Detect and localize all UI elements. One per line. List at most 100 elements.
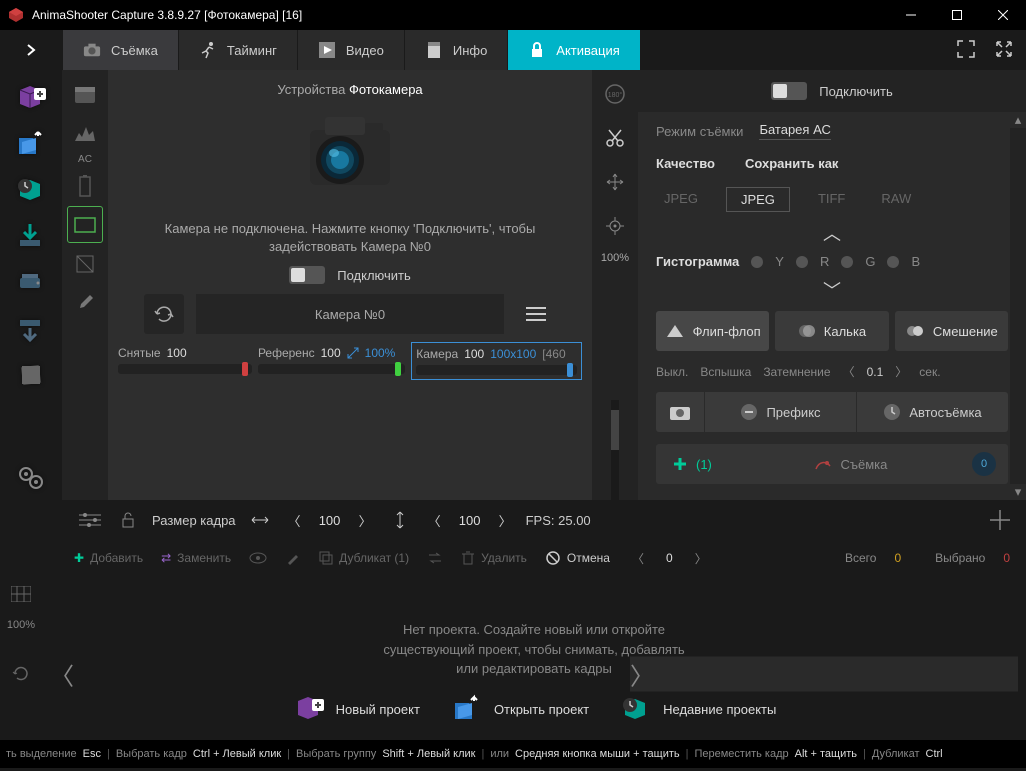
tab-shoot[interactable]: Съёмка (62, 30, 178, 70)
onion-button[interactable]: Калька (775, 311, 888, 351)
lock-icon (528, 41, 546, 59)
new-project-action[interactable]: Новый проект (292, 693, 420, 727)
blend-button[interactable]: Смешение (895, 311, 1008, 351)
reverse-action[interactable] (427, 552, 443, 564)
right-scrollbar[interactable]: ▴ ▾ (1010, 112, 1026, 500)
window-title: AnimaShooter Capture 3.8.9.27 [Фотокамер… (32, 8, 888, 22)
target-button[interactable] (597, 208, 633, 244)
tool-histogram[interactable] (67, 115, 103, 152)
expand-sidebar-button[interactable] (0, 30, 62, 70)
right-connect-toggle[interactable] (771, 82, 807, 100)
prefix-button[interactable]: Префикс (704, 392, 856, 432)
import-button[interactable] (10, 216, 52, 258)
frame-prev[interactable]: 〈 (628, 550, 648, 567)
zoom-scrollbar[interactable] (611, 400, 619, 500)
timeline-refresh[interactable] (12, 665, 30, 686)
timeline-next[interactable]: 〉 (630, 656, 1018, 691)
tool-battery[interactable] (67, 167, 103, 204)
tab-activation[interactable]: Активация (507, 30, 639, 70)
timeline-prev[interactable]: 〈 (50, 656, 74, 691)
drive-button[interactable] (10, 262, 52, 304)
quality-jpeg[interactable]: JPEG (656, 187, 706, 212)
close-button[interactable] (980, 0, 1026, 30)
add-frame-button[interactable]: (1) (656, 456, 728, 472)
fullscreen-icon[interactable] (994, 39, 1014, 62)
refresh-cameras-button[interactable] (144, 294, 184, 334)
add-grid-button[interactable] (986, 506, 1014, 534)
histo-r-toggle[interactable] (796, 256, 808, 268)
rotate-180-button[interactable]: 180° (597, 76, 633, 112)
dim-prev[interactable]: 〈 (843, 363, 855, 380)
width-value[interactable]: 100 (315, 513, 345, 528)
connect-toggle[interactable] (289, 266, 325, 284)
off-button[interactable]: Выкл. (656, 365, 688, 379)
brush-action[interactable] (285, 550, 301, 566)
capture-camera-button[interactable] (656, 392, 704, 432)
flash-button[interactable]: Вспышка (700, 365, 751, 379)
lock-icon[interactable] (114, 506, 142, 534)
tab-video[interactable]: Видео (297, 30, 404, 70)
sliders-icon[interactable] (76, 506, 104, 534)
collapse-up-button[interactable]: ︿ (656, 220, 1008, 246)
battery-value[interactable]: Батарея АС (759, 122, 830, 140)
open-project-action[interactable]: Открыть проект (450, 693, 589, 727)
width-next[interactable]: 〉 (355, 511, 376, 530)
format-jpeg[interactable]: JPEG (726, 187, 790, 212)
tool-card[interactable] (67, 76, 103, 113)
scroll-up-icon[interactable]: ▴ (1010, 112, 1026, 128)
ref-slider[interactable] (258, 364, 405, 374)
move-button[interactable] (597, 164, 633, 200)
export-button[interactable] (10, 308, 52, 350)
add-action[interactable]: ✚Добавить (74, 551, 143, 565)
height-prev[interactable]: 〈 (424, 511, 445, 530)
histo-b-toggle[interactable] (887, 256, 899, 268)
height-next[interactable]: 〉 (495, 511, 516, 530)
shoot-button[interactable]: Съёмка (728, 456, 972, 472)
tool-frame[interactable] (67, 206, 103, 243)
expand-icon[interactable] (347, 347, 359, 359)
camera-icon (83, 41, 101, 59)
cut-button[interactable] (597, 120, 633, 156)
frame-next[interactable]: 〉 (691, 550, 711, 567)
fps-label[interactable]: FPS: 25.00 (526, 513, 591, 528)
duplicate-action[interactable]: Дубликат (1) (319, 551, 409, 565)
camera-menu-button[interactable] (516, 294, 556, 334)
camera-select[interactable]: Камера №0 (196, 294, 504, 334)
tool-crop[interactable] (67, 245, 103, 282)
delete-action[interactable]: Удалить (461, 550, 527, 566)
dim-next[interactable]: 〉 (895, 363, 907, 380)
saveas-label: Сохранить как (745, 156, 838, 171)
fit-screen-icon[interactable] (956, 39, 976, 62)
dimming-button[interactable]: Затемнение (763, 365, 830, 379)
settings-button[interactable] (10, 458, 52, 500)
width-prev[interactable]: 〈 (284, 511, 305, 530)
shoot-count: 0 (972, 452, 996, 476)
shot-slider[interactable] (118, 364, 252, 374)
tab-info[interactable]: Инфо (404, 30, 507, 70)
eye-action[interactable] (249, 552, 267, 564)
histo-y-toggle[interactable] (751, 256, 763, 268)
grid-view-button[interactable] (11, 586, 31, 605)
cam-slider[interactable] (416, 365, 577, 375)
minimize-button[interactable] (888, 0, 934, 30)
height-value[interactable]: 100 (455, 513, 485, 528)
scroll-down-icon[interactable]: ▾ (1010, 484, 1026, 500)
format-tiff[interactable]: TIFF (810, 187, 853, 212)
histo-g-toggle[interactable] (841, 256, 853, 268)
maximize-button[interactable] (934, 0, 980, 30)
recent-projects-button[interactable] (10, 170, 52, 212)
auto-capture-button[interactable]: Автосъёмка (856, 392, 1008, 432)
open-project-button[interactable] (10, 124, 52, 166)
new-project-button[interactable] (10, 78, 52, 120)
tab-timing[interactable]: Тайминг (178, 30, 297, 70)
flipflop-button[interactable]: Флип-флоп (656, 311, 769, 351)
expand-down-button[interactable]: ﹀ (656, 277, 1008, 303)
rotate-button[interactable] (10, 354, 52, 396)
format-raw[interactable]: RAW (873, 187, 919, 212)
quality-label: Качество (656, 156, 715, 171)
connect-label: Подключить (337, 268, 411, 283)
recent-projects-action[interactable]: Недавние проекты (619, 693, 776, 727)
tool-eyedropper[interactable] (67, 284, 103, 321)
cancel-action[interactable]: Отмена (545, 550, 610, 566)
replace-action[interactable]: ⇄Заменить (161, 551, 231, 565)
